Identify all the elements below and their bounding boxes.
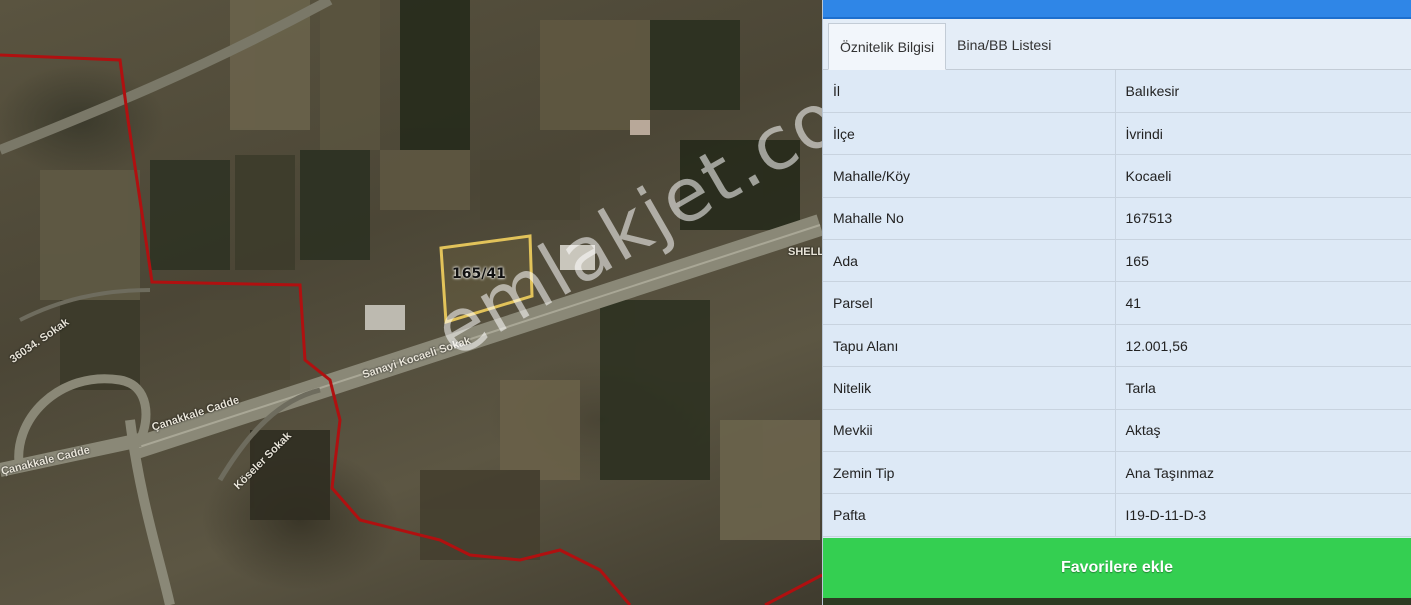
attribute-value: Ana Taşınmaz — [1115, 451, 1411, 495]
attribute-value: 12.001,56 — [1115, 324, 1411, 368]
table-row: Parsel 41 — [823, 281, 1411, 325]
attribute-key: Pafta — [823, 493, 1116, 537]
add-favorite-button[interactable]: Favorilere ekle — [823, 538, 1411, 598]
parcel-label[interactable]: 165/41 — [452, 266, 506, 282]
attribute-table: İl Balıkesir İlçe İvrindi Mahalle/Köy Kocaeli… — [823, 70, 1411, 537]
attribute-value: Aktaş — [1115, 409, 1411, 453]
attribute-key: Mahalle/Köy — [823, 154, 1116, 198]
tab-building-list[interactable]: Bina/BB Listesi — [946, 22, 1062, 69]
attribute-value: Tarla — [1115, 366, 1411, 410]
attribute-key: Mahalle No — [823, 197, 1116, 241]
attribute-value: Balıkesir — [1115, 70, 1411, 113]
attribute-key: Zemin Tip — [823, 451, 1116, 495]
parcel-info-panel: Öznitelik Bilgisi Bina/BB Listesi İl Balı… — [822, 0, 1411, 605]
attribute-value: 41 — [1115, 281, 1411, 325]
table-row: Ada 165 — [823, 239, 1411, 283]
attribute-key: Parsel — [823, 281, 1116, 325]
shell-label: SHELL — [788, 246, 822, 258]
table-row: Pafta I19-D-11-D-3 — [823, 493, 1411, 537]
attribute-value: 167513 — [1115, 197, 1411, 241]
table-row: Tapu Alanı 12.001,56 — [823, 324, 1411, 368]
attribute-key: Ada — [823, 239, 1116, 283]
attribute-key: Tapu Alanı — [823, 324, 1116, 368]
table-row: Mahalle No 167513 — [823, 197, 1411, 241]
attribute-value: I19-D-11-D-3 — [1115, 493, 1411, 537]
map-bottom-strip — [823, 598, 1411, 605]
satellite-map[interactable]: 165/41 Sanayi Kocaeli Sokak Çanakkale Ca… — [0, 0, 822, 605]
attribute-key: İlçe — [823, 112, 1116, 156]
panel-header-bar — [823, 0, 1411, 19]
table-row: Mahalle/Köy Kocaeli — [823, 154, 1411, 198]
table-row: Mevkii Aktaş — [823, 409, 1411, 453]
attribute-key: Mevkii — [823, 409, 1116, 453]
table-row: Zemin Tip Ana Taşınmaz — [823, 451, 1411, 495]
table-row: İlçe İvrindi — [823, 112, 1411, 156]
attribute-value: Kocaeli — [1115, 154, 1411, 198]
map-layer — [0, 0, 822, 605]
attribute-key: Nitelik — [823, 366, 1116, 410]
attribute-value: 165 — [1115, 239, 1411, 283]
table-row: İl Balıkesir — [823, 70, 1411, 113]
attribute-key: İl — [823, 70, 1116, 113]
table-row: Nitelik Tarla — [823, 366, 1411, 410]
tab-attribute-info[interactable]: Öznitelik Bilgisi — [828, 23, 947, 70]
attribute-value: İvrindi — [1115, 112, 1411, 156]
panel-tabs: Öznitelik Bilgisi Bina/BB Listesi — [823, 19, 1411, 70]
